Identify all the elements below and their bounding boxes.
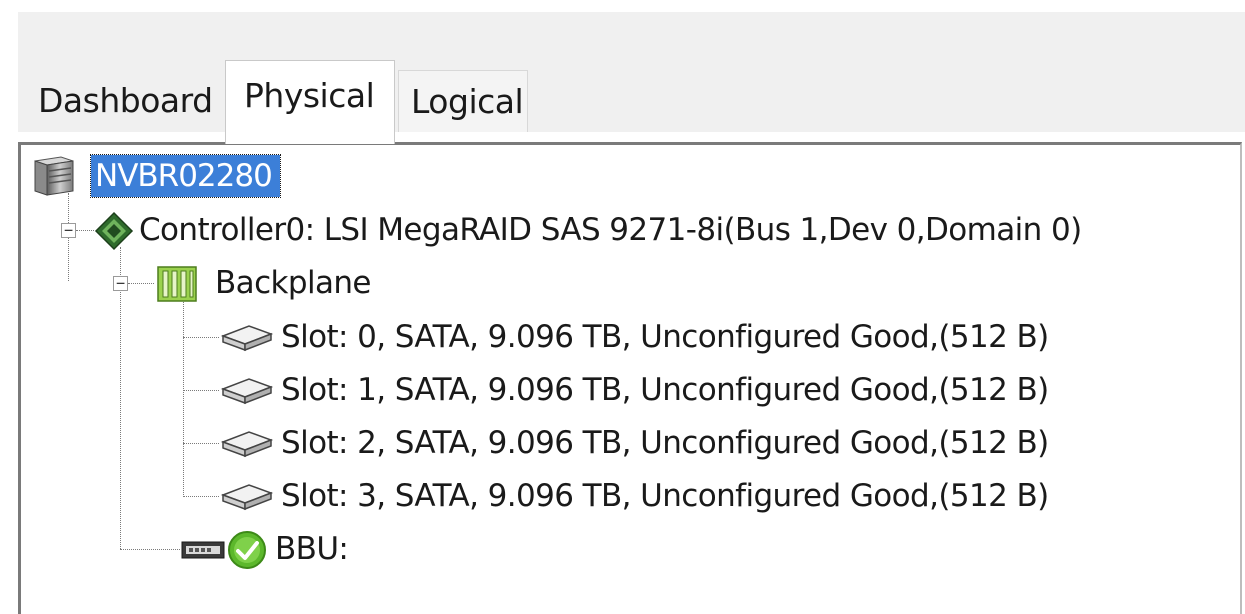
hard-drive-icon xyxy=(220,431,274,458)
tree-node-slot[interactable]: Slot: 2, SATA, 9.096 TB, Unconfigured Go… xyxy=(220,420,1141,466)
backplane-icon xyxy=(157,266,197,302)
tree-line xyxy=(183,337,219,338)
physical-tree-view: NVBR02280 − Controller0: LSI MegaRAID SA… xyxy=(18,142,1242,614)
tree-line xyxy=(183,443,219,444)
tree-node-server[interactable]: NVBR02280 xyxy=(31,153,411,199)
backplane-label[interactable]: Backplane xyxy=(215,260,371,306)
server-label[interactable]: NVBR02280 xyxy=(90,154,281,198)
battery-icon xyxy=(181,541,225,559)
tree-line xyxy=(76,230,94,231)
controller-chip-icon xyxy=(94,211,134,251)
controller-label[interactable]: Controller0: LSI MegaRAID SAS 9271-8i(Bu… xyxy=(139,207,1082,253)
slot-label[interactable]: Slot: 3, SATA, 9.096 TB, Unconfigured Go… xyxy=(281,473,1049,519)
status-ok-icon xyxy=(228,531,266,569)
tree-node-bbu[interactable]: BBU: xyxy=(181,526,421,572)
collapse-toggle-backplane[interactable]: − xyxy=(113,276,128,291)
bbu-label[interactable]: BBU: xyxy=(275,526,349,572)
slot-label[interactable]: Slot: 1, SATA, 9.096 TB, Unconfigured Go… xyxy=(281,367,1049,413)
slot-label[interactable]: Slot: 0, SATA, 9.096 TB, Unconfigured Go… xyxy=(281,314,1049,360)
tree-line xyxy=(183,297,184,497)
tree-node-slot[interactable]: Slot: 3, SATA, 9.096 TB, Unconfigured Go… xyxy=(220,473,1141,519)
hard-drive-icon xyxy=(220,378,274,405)
hard-drive-icon xyxy=(220,325,274,352)
slot-label[interactable]: Slot: 2, SATA, 9.096 TB, Unconfigured Go… xyxy=(281,420,1049,466)
tree-node-backplane[interactable]: − Backplane xyxy=(113,260,433,306)
tree-line xyxy=(183,390,219,391)
tree-node-controller[interactable]: − Controller0: LSI MegaRAID SAS 9271-8i(… xyxy=(61,207,1221,253)
hard-drive-icon xyxy=(220,484,274,511)
server-icon xyxy=(34,156,74,196)
tree-node-slot[interactable]: Slot: 1, SATA, 9.096 TB, Unconfigured Go… xyxy=(220,367,1141,413)
tree-node-slot[interactable]: Slot: 0, SATA, 9.096 TB, Unconfigured Go… xyxy=(220,314,1141,360)
tree-line xyxy=(120,549,180,550)
tree-line xyxy=(128,283,154,284)
tree-line xyxy=(183,496,219,497)
tab-physical[interactable]: Physical xyxy=(225,60,395,144)
collapse-toggle-controller[interactable]: − xyxy=(61,223,76,238)
tab-dashboard[interactable]: Dashboard xyxy=(30,70,224,132)
tab-logical[interactable]: Logical xyxy=(398,70,528,132)
